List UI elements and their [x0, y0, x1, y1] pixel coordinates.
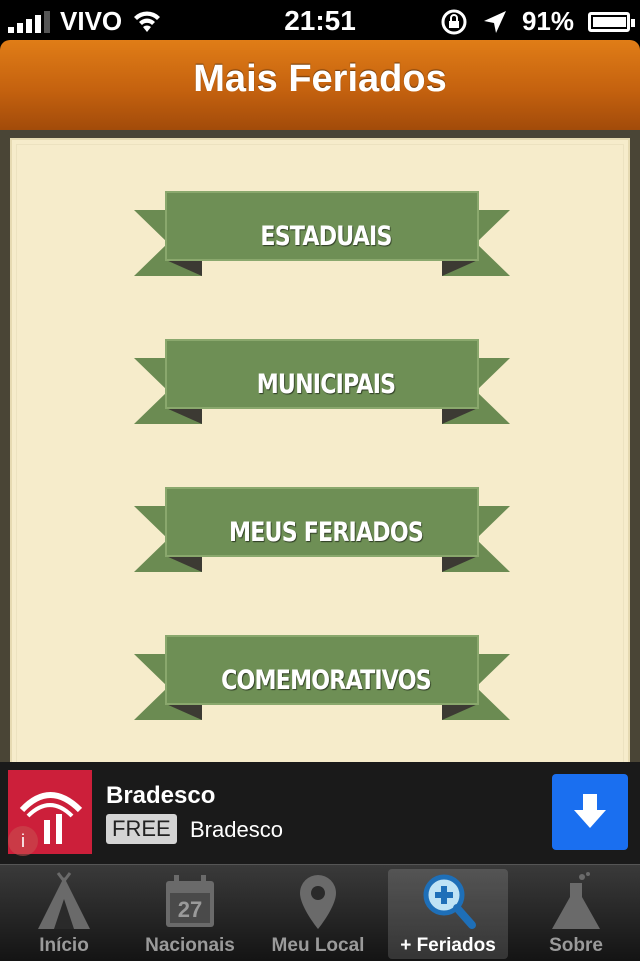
ribbon-label: MEUS FERIADOS [229, 517, 424, 548]
flask-icon [552, 872, 600, 929]
location-pin-icon [300, 875, 336, 929]
tab-inicio[interactable]: Início [4, 869, 124, 959]
ribbon-button-estaduais[interactable]: ESTADUAIS [132, 190, 512, 290]
info-icon[interactable]: i [8, 826, 38, 856]
navigation-bar: Mais Feriados [0, 40, 640, 130]
tent-icon [38, 872, 90, 929]
battery-percent: 91% [521, 6, 574, 36]
ribbon-label: ESTADUAIS [260, 221, 392, 252]
page-title: Mais Feriados [193, 58, 447, 100]
calendar-day: 27 [177, 897, 203, 922]
ad-subtitle: Bradesco [190, 817, 283, 842]
tab-mais-feriados[interactable]: + Feriados [388, 869, 508, 959]
battery-icon [588, 11, 635, 32]
tab-label: + Feriados [400, 935, 496, 956]
ad-title: Bradesco [106, 782, 216, 809]
tab-label: Meu Local [271, 935, 365, 956]
rotation-lock-icon [441, 9, 467, 34]
magnifier-plus-icon [423, 874, 476, 929]
ribbon-label: COMEMORATIVOS [221, 665, 432, 696]
tab-label: Início [39, 935, 89, 956]
down-arrow-icon [574, 794, 606, 828]
tab-sobre[interactable]: Sobre [516, 869, 636, 959]
status-bar: VIVO 21:51 91% [0, 0, 640, 40]
content-frame: ESTADUAIS MUNICIPAIS MEUS FERIADOS COMEM… [0, 130, 640, 778]
tab-bar: Início 27 Nacionais Meu Local + Feriados [0, 864, 640, 961]
tab-label: Sobre [549, 935, 603, 956]
ribbon-button-municipais[interactable]: MUNICIPAIS [132, 338, 512, 438]
location-arrow-icon [483, 10, 506, 33]
ribbon-button-comemorativos[interactable]: COMEMORATIVOS [132, 634, 512, 734]
free-badge: FREE [106, 814, 177, 844]
ad-banner[interactable]: i Bradesco FREE Bradesco [0, 762, 640, 864]
download-button[interactable] [552, 774, 628, 850]
tab-nacionais[interactable]: 27 Nacionais [130, 869, 250, 959]
tab-meu-local[interactable]: Meu Local [258, 869, 378, 959]
paper-background: ESTADUAIS MUNICIPAIS MEUS FERIADOS COMEM… [10, 138, 630, 778]
ribbon-label: MUNICIPAIS [256, 369, 396, 400]
tab-label: Nacionais [145, 935, 235, 956]
ribbon-button-meus-feriados[interactable]: MEUS FERIADOS [132, 486, 512, 586]
